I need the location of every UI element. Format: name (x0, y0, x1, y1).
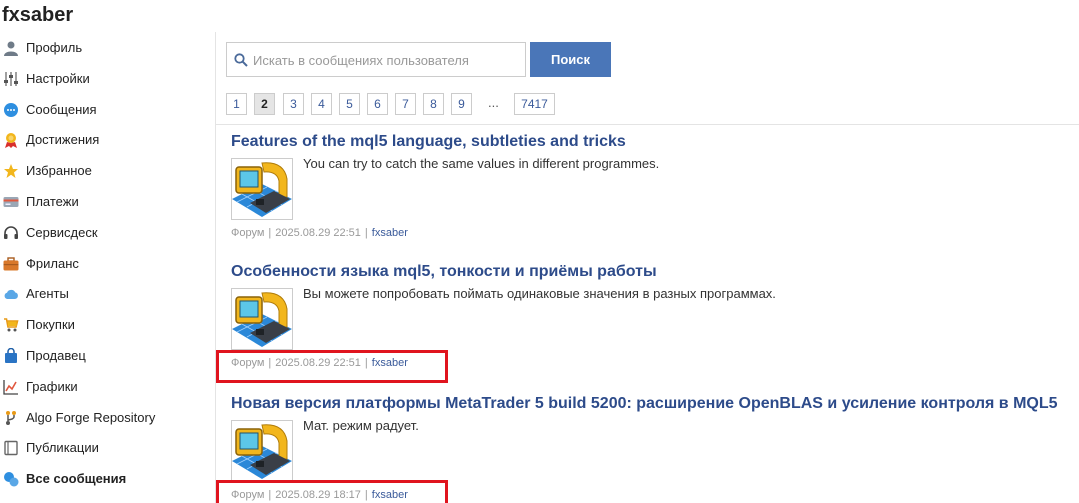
cloud-icon (4, 289, 18, 299)
post-category-link[interactable]: Форум (231, 227, 264, 239)
cart-icon (4, 318, 19, 332)
post-thumbnail[interactable] (231, 420, 293, 482)
post-title-link[interactable]: Особенности языка mql5, тонкости и приём… (231, 262, 657, 282)
post-date: 2025.08.29 22:51 (275, 227, 361, 239)
sidebar-item-messages[interactable]: Сообщения (0, 95, 214, 125)
sidebar-item-settings[interactable]: Настройки (0, 64, 214, 94)
sidebar-item-label: Графики (26, 379, 78, 394)
credit-card-icon (3, 197, 19, 207)
sidebar-item-payments[interactable]: Платежи (0, 187, 214, 217)
robot-illustration (232, 159, 292, 219)
post-meta: Форум | 2025.08.29 22:51 | fxsaber (231, 226, 408, 240)
sidebar-item-freelance[interactable]: Фриланс (0, 249, 214, 279)
sidebar-item-label: Все сообщения (26, 471, 127, 486)
page-title: fxsaber (2, 4, 74, 26)
headset-icon (4, 226, 18, 239)
sidebar-item-label: Агенты (26, 286, 69, 301)
meta-separator: | (268, 227, 272, 239)
sidebar-item-achievements[interactable]: Достижения (0, 125, 214, 155)
briefcase-icon (3, 257, 19, 271)
post-excerpt: Мат. режим радует. (303, 418, 419, 433)
page-link-last[interactable]: 7417 (514, 93, 555, 115)
sliders-icon (4, 72, 18, 86)
sidebar-item-label: Публикации (26, 440, 99, 455)
robot-illustration (232, 289, 292, 349)
sidebar-item-label: Платежи (26, 194, 79, 209)
page-link-1[interactable]: 1 (226, 93, 247, 115)
post-thumbnail[interactable] (231, 288, 293, 350)
search-icon (234, 53, 248, 67)
user-icon (4, 41, 18, 56)
page-link-7[interactable]: 7 (395, 93, 416, 115)
search-button[interactable]: Поиск (530, 42, 611, 77)
post-item: Features of the mql5 language, subtletie… (231, 132, 1079, 247)
sidebar-item-favorites[interactable]: Избранное (0, 156, 214, 186)
post-excerpt: You can try to catch the same values in … (303, 156, 660, 171)
content-divider (216, 124, 1079, 125)
fork-icon (6, 411, 16, 425)
page-link-8[interactable]: 8 (423, 93, 444, 115)
sidebar-item-charts[interactable]: Графики (0, 372, 214, 402)
sidebar-item-agents[interactable]: Агенты (0, 279, 214, 309)
page-link-5[interactable]: 5 (339, 93, 360, 115)
sidebar-item-label: Сообщения (26, 102, 97, 117)
sidebar-item-label: Профиль (26, 40, 83, 55)
chat-bubble-icon (4, 103, 18, 117)
shopping-bag-icon (5, 348, 17, 363)
sidebar-item-all-messages[interactable]: Все сообщения (0, 464, 214, 494)
post-thumbnail[interactable] (231, 158, 293, 220)
post-excerpt: Вы можете попробовать поймать одинаковые… (303, 286, 776, 301)
chat-bubbles-icon (4, 472, 19, 487)
chart-icon (3, 380, 18, 395)
sidebar-item-label: Сервисдеск (26, 225, 98, 240)
sidebar-item-label: Покупки (26, 317, 75, 332)
page-link-4[interactable]: 4 (311, 93, 332, 115)
sidebar-item-label: Настройки (26, 71, 90, 86)
sidebar-item-label: Algo Forge Repository (26, 410, 156, 425)
sidebar-item-seller[interactable]: Продавец (0, 341, 214, 371)
sidebar-item-label: Продавец (26, 348, 86, 363)
sidebar-item-label: Фриланс (26, 256, 79, 271)
search-input[interactable] (253, 47, 521, 73)
page-link-9[interactable]: 9 (451, 93, 472, 115)
sidebar: Профиль Настройки Сообщения Достижения И… (0, 32, 216, 503)
sidebar-item-profile[interactable]: Профиль (0, 33, 214, 63)
sidebar-item-purchases[interactable]: Покупки (0, 310, 214, 340)
sidebar-item-label: Избранное (26, 163, 92, 178)
page-link-6[interactable]: 6 (367, 93, 388, 115)
highlight-box (216, 350, 448, 383)
sidebar-item-servicedesk[interactable]: Сервисдеск (0, 218, 214, 248)
star-icon (4, 164, 18, 178)
sidebar-item-algo-forge[interactable]: Algo Forge Repository (0, 403, 214, 433)
meta-separator: | (364, 227, 368, 239)
robot-illustration (232, 421, 292, 481)
book-icon (4, 440, 18, 456)
post-title-link[interactable]: Новая версия платформы MetaTrader 5 buil… (231, 394, 1058, 414)
post-title-link[interactable]: Features of the mql5 language, subtletie… (231, 132, 626, 152)
search-field[interactable] (226, 42, 526, 77)
pagination-ellipsis: ... (488, 95, 499, 110)
page-link-3[interactable]: 3 (283, 93, 304, 115)
sidebar-item-publications[interactable]: Публикации (0, 433, 214, 463)
sidebar-item-label: Достижения (26, 132, 100, 147)
medal-icon (5, 133, 17, 148)
post-author-link[interactable]: fxsaber (372, 227, 408, 239)
page-link-2-current: 2 (254, 93, 275, 115)
highlight-box (216, 480, 448, 503)
